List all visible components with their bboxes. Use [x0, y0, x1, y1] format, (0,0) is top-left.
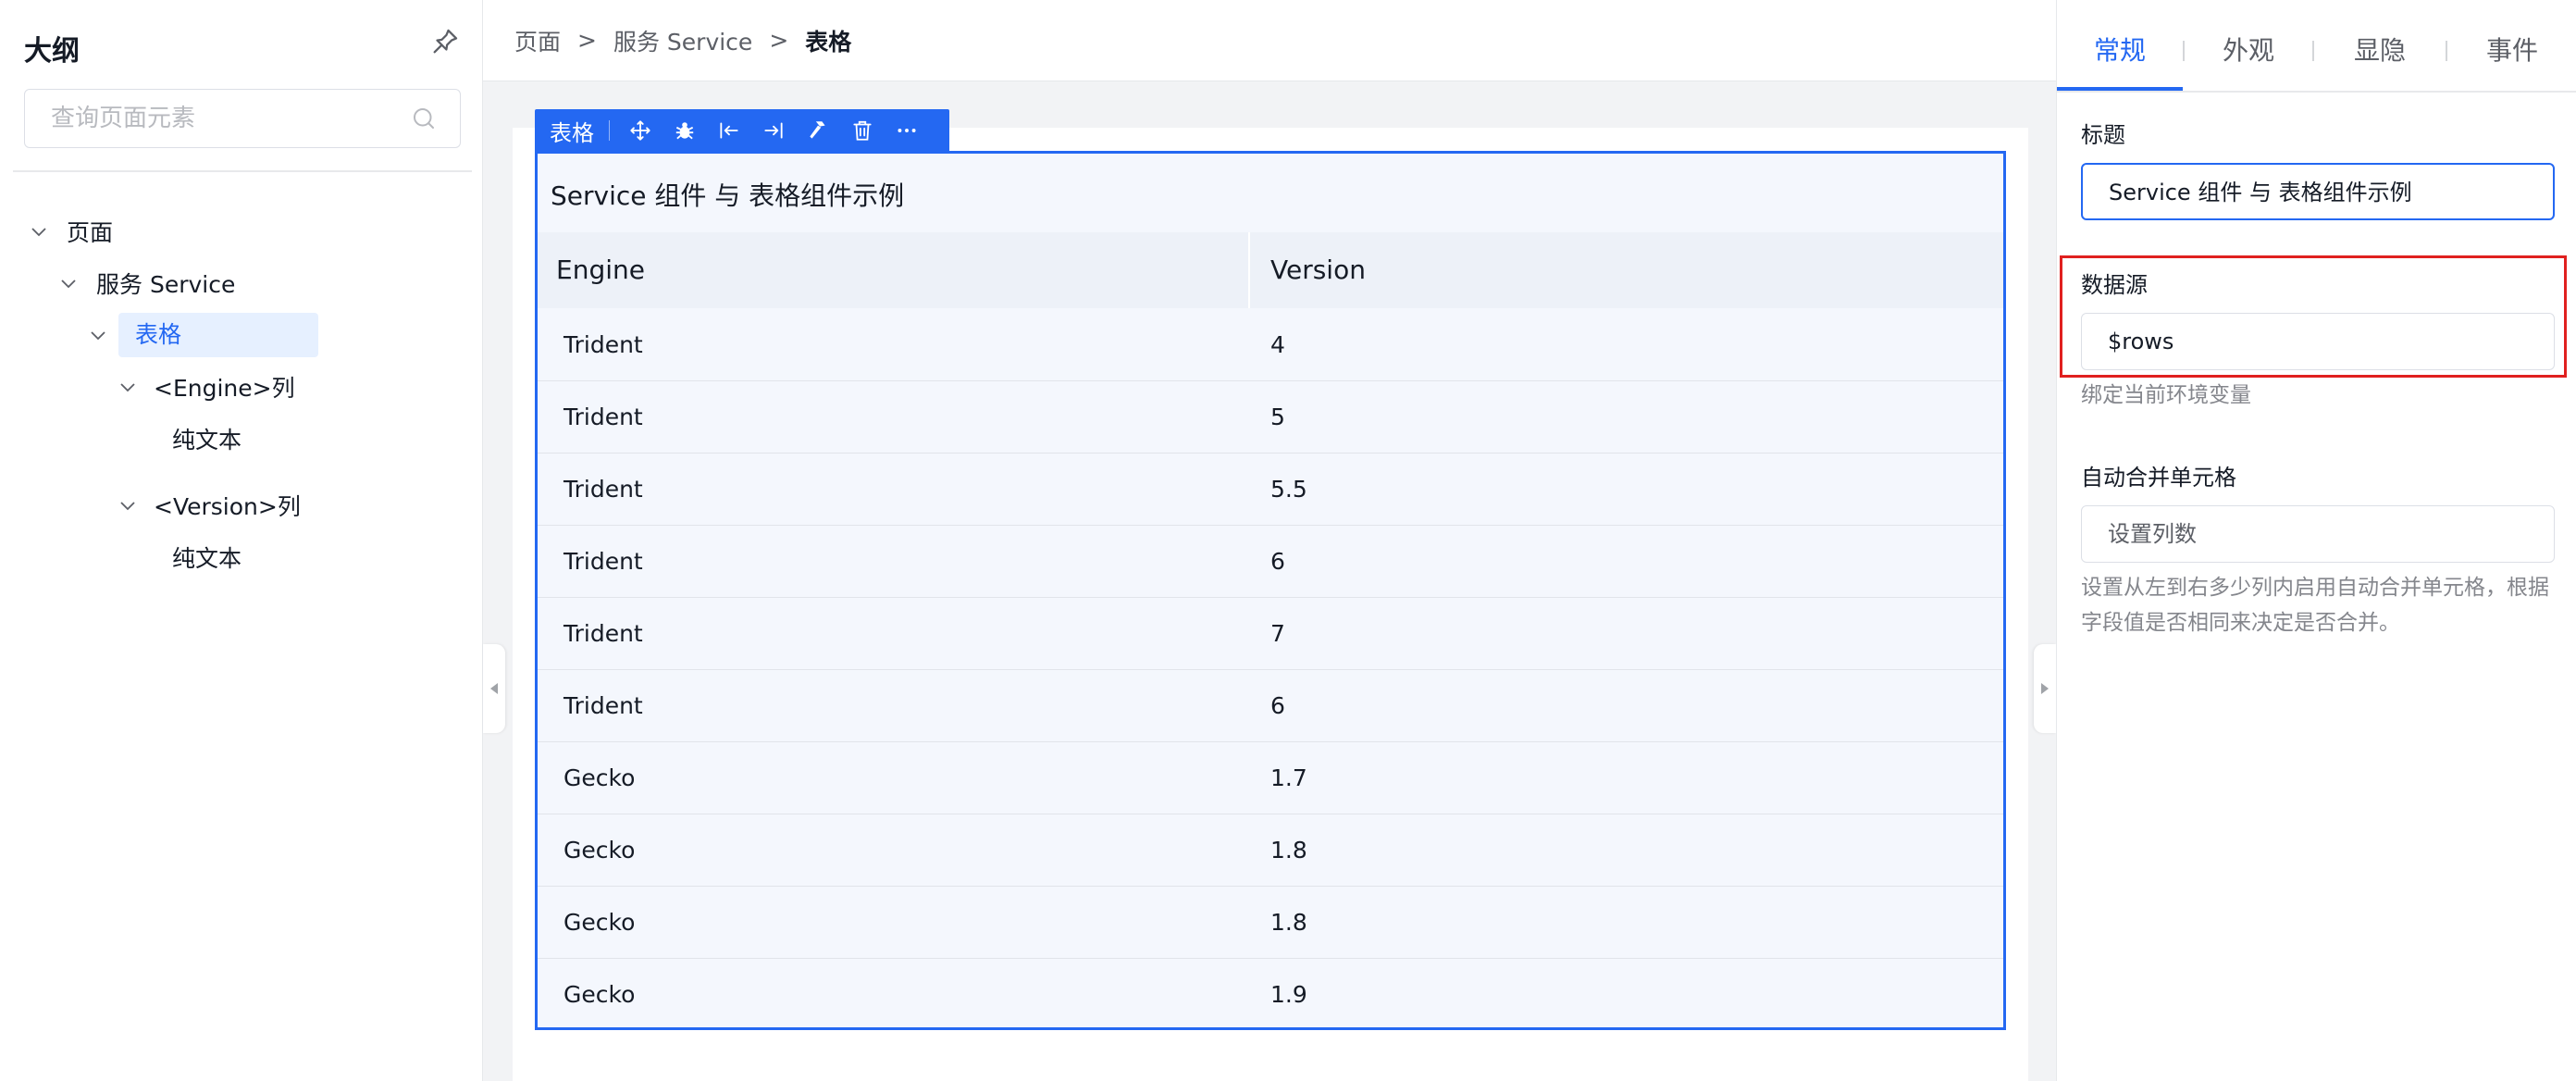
cell-engine: Trident: [564, 548, 643, 575]
tree-label: 服务 Service: [96, 271, 236, 298]
cell-engine: Trident: [564, 692, 643, 719]
title-field[interactable]: Service 组件 与 表格组件示例: [2081, 163, 2555, 220]
cell-version: 1.8: [1270, 837, 1307, 864]
insert-after-icon[interactable]: [760, 117, 787, 144]
property-panel: 常规 外观 显隐 事件 标题 Service 组件 与 表格组件示例 数据源 $…: [2056, 0, 2576, 1081]
chevron-down-icon[interactable]: [87, 324, 109, 346]
active-tab-indicator: [2057, 87, 2183, 91]
outline-panel: 大纲 页面 服务 Service 表格 <Engine>列 纯文本 <Versi…: [0, 0, 483, 1081]
auto-merge-label: 自动合并单元格: [2081, 465, 2236, 491]
table-body: Trident 4 Trident 5 Trident 5.5 Trident 6 Tr…: [538, 308, 2003, 1030]
tree-label: 页面: [67, 219, 114, 246]
table-title: Service 组件 与 表格组件示例: [551, 180, 905, 211]
table-row: Gecko 1.7: [538, 741, 2003, 814]
tree-label: <Version>列: [154, 493, 301, 520]
collapse-right-panel-button[interactable]: [2034, 644, 2056, 733]
table-row: Gecko 1.8: [538, 886, 2003, 958]
pin-icon[interactable]: [429, 26, 461, 57]
tree-label: <Engine>列: [154, 375, 295, 402]
insert-before-icon[interactable]: [715, 117, 743, 144]
cell-version: 7: [1270, 620, 1285, 647]
chevron-down-icon[interactable]: [117, 494, 139, 516]
search-input[interactable]: [51, 90, 402, 147]
table-row: Trident 5: [538, 380, 2003, 453]
table-row: Trident 7: [538, 597, 2003, 669]
debug-icon[interactable]: [671, 117, 699, 144]
cell-version: 1.8: [1270, 909, 1307, 936]
cell-engine: Trident: [564, 404, 643, 430]
chevron-down-icon[interactable]: [117, 376, 139, 398]
delete-icon[interactable]: [848, 117, 876, 144]
table-row: Gecko 1.9: [538, 958, 2003, 1030]
tree-item-service[interactable]: 服务 Service: [57, 261, 235, 305]
table-header: Engine Version: [538, 232, 2003, 308]
outline-title: 大纲: [24, 35, 80, 68]
cell-version: 5: [1270, 404, 1285, 430]
breadcrumb: 页面 > 服务 Service > 表格: [483, 0, 2056, 81]
chevron-down-icon[interactable]: [28, 220, 50, 242]
breadcrumb-item[interactable]: 页面: [514, 24, 561, 57]
tab-visibility[interactable]: 显隐: [2314, 0, 2446, 93]
table-row: Trident 6: [538, 669, 2003, 741]
column-header-version[interactable]: Version: [1250, 232, 2003, 308]
cell-version: 5.5: [1270, 476, 1307, 503]
cell-engine: Trident: [564, 330, 643, 358]
tree-item-table[interactable]: 表格: [87, 313, 318, 357]
tree-item-page[interactable]: 页面: [28, 209, 113, 254]
tab-appearance[interactable]: 外观: [2185, 0, 2312, 93]
chevron-down-icon[interactable]: [57, 272, 80, 294]
cell-engine: Gecko: [564, 909, 636, 936]
breadcrumb-item[interactable]: 服务 Service: [613, 24, 752, 57]
cell-engine: Gecko: [564, 764, 636, 791]
auto-merge-input[interactable]: [2081, 505, 2555, 563]
cell-engine: Gecko: [564, 837, 636, 864]
table-row: Trident 5.5: [538, 453, 2003, 525]
cell-version: 1.7: [1270, 764, 1307, 791]
title-field-label: 标题: [2081, 122, 2125, 148]
cell-engine: Gecko: [564, 981, 636, 1008]
table-row: Trident 6: [538, 525, 2003, 597]
cell-version: 6: [1270, 548, 1285, 575]
tab-general[interactable]: 常规: [2057, 0, 2183, 93]
table-component[interactable]: Service 组件 与 表格组件示例 Engine Version Tride…: [535, 151, 2006, 1030]
toolbar-divider: [609, 120, 610, 141]
more-icon[interactable]: [893, 117, 921, 144]
collapse-left-panel-button[interactable]: [483, 644, 505, 733]
breadcrumb-separator: >: [577, 27, 597, 54]
cell-version: 4: [1270, 330, 1285, 358]
tree-item-engine-text[interactable]: 纯文本: [172, 416, 242, 461]
tree-label-selected[interactable]: 表格: [118, 313, 318, 357]
breadcrumb-separator: >: [769, 27, 789, 54]
highlight-box: [2060, 255, 2567, 378]
tab-events[interactable]: 事件: [2447, 0, 2576, 93]
toolbar-label: 表格: [550, 119, 594, 146]
hammer-icon[interactable]: [804, 117, 832, 144]
data-source-help: 绑定当前环境变量: [2081, 383, 2251, 407]
auto-merge-help: 设置从左到右多少列内启用自动合并单元格，根据字段值是否相同来决定是否合并。: [2081, 576, 2549, 635]
caret-left-icon: [490, 683, 498, 694]
column-header-engine[interactable]: Engine: [538, 232, 1250, 308]
table-row: Gecko 1.8: [538, 814, 2003, 886]
property-tabs: 常规 外观 显隐 事件: [2057, 0, 2576, 93]
tree-item-version-column[interactable]: <Version>列: [117, 483, 301, 528]
cell-engine: Trident: [564, 620, 643, 647]
table-row: Trident 4: [538, 308, 2003, 380]
cell-version: 6: [1270, 692, 1285, 719]
caret-right-icon: [2041, 683, 2049, 694]
cell-engine: Trident: [564, 476, 643, 503]
tree-item-version-text[interactable]: 纯文本: [172, 535, 242, 579]
tree-item-engine-column[interactable]: <Engine>列: [117, 365, 295, 409]
divider: [13, 170, 472, 172]
search-icon[interactable]: [410, 105, 438, 132]
breadcrumb-current: 表格: [805, 28, 852, 56]
component-toolbar: 表格: [535, 109, 949, 152]
outline-search[interactable]: [24, 89, 461, 148]
cell-version: 1.9: [1270, 981, 1307, 1008]
tree-label: 纯文本: [172, 427, 242, 454]
tree-label: 纯文本: [172, 545, 242, 572]
move-icon[interactable]: [626, 117, 654, 144]
